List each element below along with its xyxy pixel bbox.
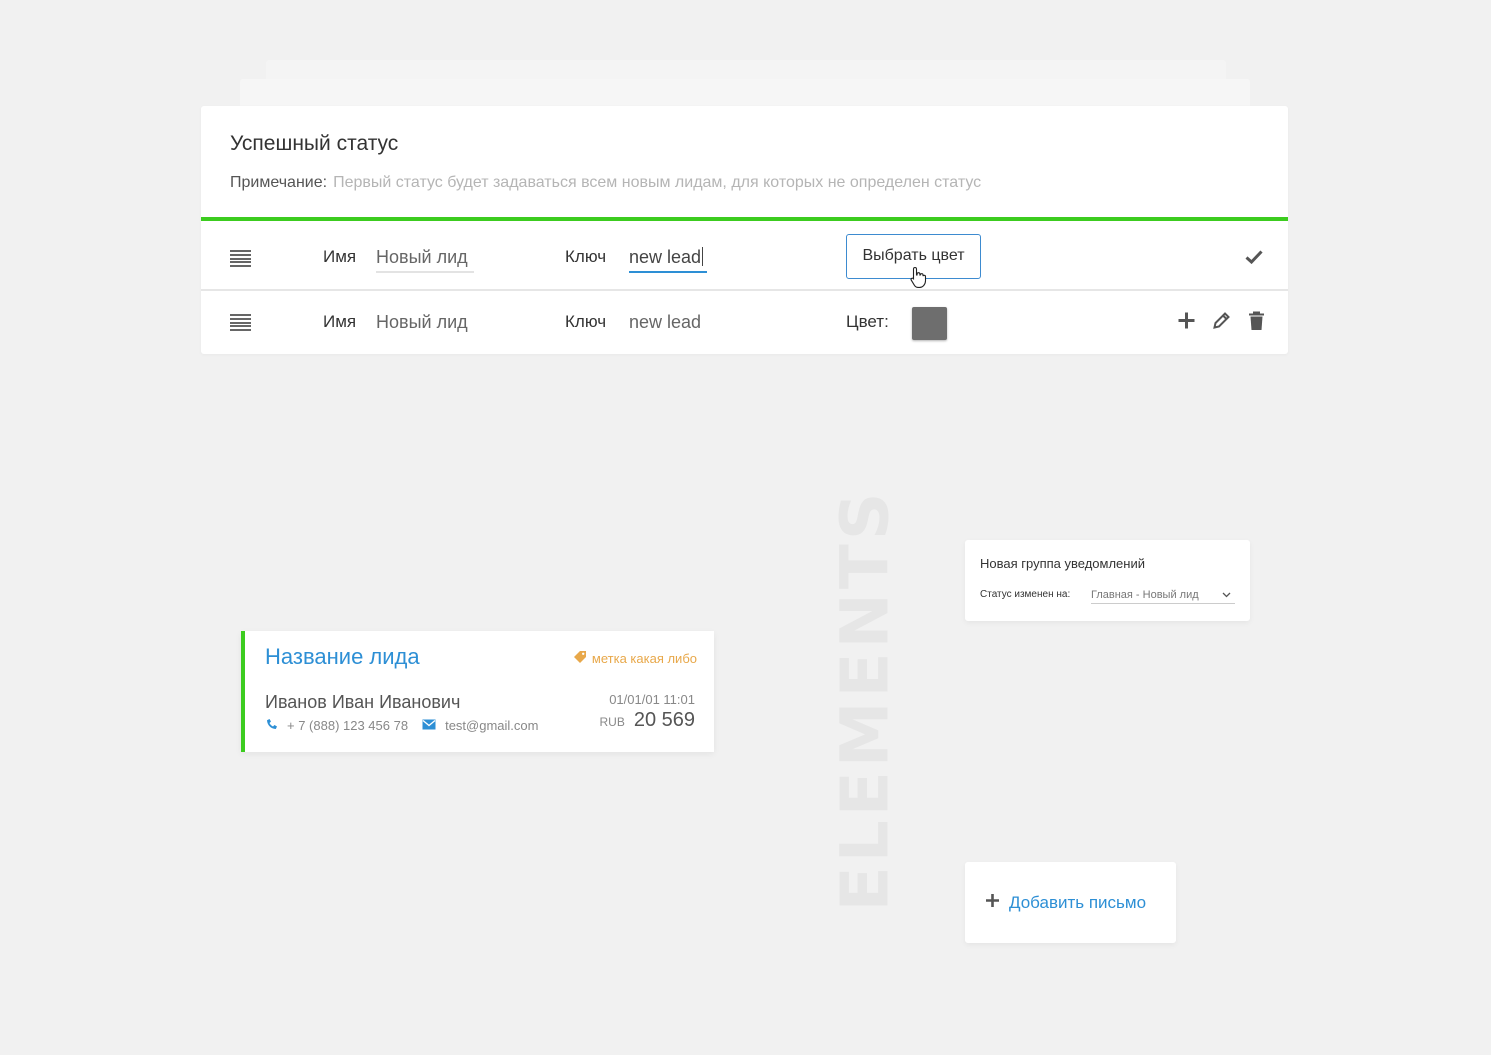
mail-icon [422,718,436,733]
note-text: Первый статус будет задаваться всем новы… [333,174,982,191]
color-swatch[interactable] [912,307,947,340]
lead-card[interactable]: Название лида метка какая либо Иванов Ив… [241,631,714,752]
check-icon[interactable] [1245,250,1263,269]
pencil-icon[interactable] [1212,311,1231,335]
status-title: Успешный статус [230,132,399,155]
name-value: Новый лид [376,312,468,332]
trash-icon[interactable] [1248,311,1265,336]
status-changed-label: Статус изменен на: [980,589,1071,600]
status-row-editing: Имя Новый лид Ключ new lead Выбрать цвет [201,226,1288,290]
lead-title[interactable]: Название лида [265,644,420,670]
add-letter-button[interactable]: Добавить письмо [965,862,1176,943]
name-input[interactable]: Новый лид [376,247,474,273]
text-caret [702,247,704,266]
tag-icon [573,650,587,667]
status-accent-line [201,217,1288,221]
tag-label: метка какая либо [591,651,697,666]
key-label: Ключ [565,247,607,266]
status-panel: Успешный статус Примечание: Первый статус… [201,106,1288,354]
name-label: Имя [323,312,357,331]
lead-amount: RUB 20 569 [599,709,695,732]
chevron-down-icon [1222,589,1231,601]
drag-handle-icon[interactable] [230,314,251,331]
lead-tag: метка какая либо [573,650,697,667]
phone-icon [265,717,279,734]
note-label: Примечание: [230,174,328,191]
lead-contacts: + 7 (888) 123 456 78 test@gmail.com [265,717,538,734]
lead-email[interactable]: test@gmail.com [445,718,538,733]
key-input[interactable]: new lead [629,247,707,273]
status-select-value: Главная - Новый лид [1091,588,1199,601]
status-select[interactable]: Главная - Новый лид [1091,586,1235,604]
key-value: new lead [629,312,702,332]
plus-icon[interactable] [1177,311,1196,335]
key-label: Ключ [565,312,607,331]
add-letter-label: Добавить письмо [1009,892,1147,912]
lead-phone[interactable]: + 7 (888) 123 456 78 [287,718,408,733]
drag-handle-icon[interactable] [230,250,251,267]
lead-date: 01/01/01 11:01 [609,692,695,707]
color-label: Цвет: [846,312,889,331]
notification-group-title: Новая группа уведомлений [980,556,1145,571]
name-label: Имя [323,247,357,266]
status-note: Примечание: Первый статус будет задаватьс… [230,174,981,192]
status-row: Имя Новый лид Ключ new lead Цвет: [201,291,1288,355]
lead-sum: 20 569 [633,709,695,731]
lead-person: Иванов Иван Иванович [265,692,461,712]
lead-currency: RUB [599,715,625,729]
notification-group-card: Новая группа уведомлений Статус изменен … [965,540,1250,621]
watermark-text: ELEMENTS [826,488,904,912]
plus-icon [985,893,1000,913]
